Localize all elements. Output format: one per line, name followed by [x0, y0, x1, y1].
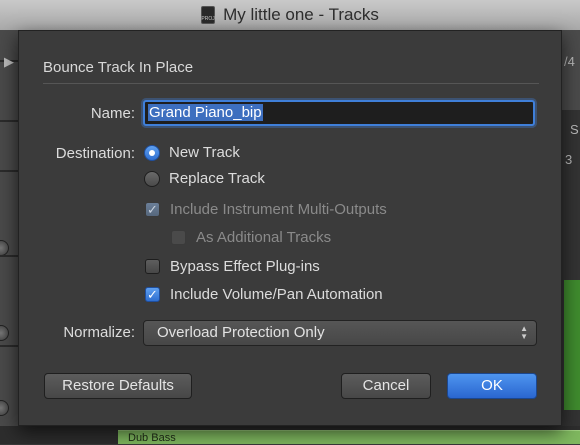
bounce-dialog: Bounce Track In Place Name: Grand Piano_…: [18, 30, 562, 426]
divider: [0, 255, 18, 257]
play-icon: ▶: [4, 54, 14, 69]
name-value: Grand Piano_bip: [148, 104, 263, 121]
updown-arrows-icon: ▲ ▼: [520, 324, 528, 341]
checkbox-box[interactable]: [145, 259, 160, 274]
checkbox-include-multi-outputs: ✓ Include Instrument Multi-Outputs: [145, 201, 387, 218]
checkbox-label: Include Instrument Multi-Outputs: [170, 201, 387, 218]
radio-label: New Track: [169, 144, 240, 161]
divider: [0, 170, 18, 172]
radio-button[interactable]: [144, 170, 160, 187]
checkbox-label: Bypass Effect Plug-ins: [170, 258, 320, 275]
divider: [0, 345, 18, 347]
track-header-strip: [0, 30, 18, 444]
ok-button[interactable]: OK: [447, 373, 537, 399]
ruler-area: [562, 30, 580, 110]
region-dub-bass[interactable]: Dub Bass: [118, 430, 580, 444]
project-file-icon: PROJ: [201, 6, 216, 24]
divider: [0, 120, 18, 122]
window-title: My little one - Tracks: [223, 5, 379, 24]
name-label: Name:: [90, 105, 135, 122]
restore-defaults-button[interactable]: Restore Defaults: [44, 373, 192, 399]
destination-label: Destination:: [55, 145, 135, 162]
audio-region[interactable]: [564, 280, 580, 410]
normalize-label: Normalize:: [63, 324, 135, 341]
bar-number: 3: [565, 152, 573, 167]
checkmark-icon[interactable]: ✓: [145, 287, 160, 302]
checkbox-label: Include Volume/Pan Automation: [170, 286, 383, 303]
pan-knob[interactable]: [0, 325, 9, 341]
dialog-title: Bounce Track In Place: [43, 59, 194, 76]
radio-replace-track[interactable]: Replace Track: [144, 170, 265, 187]
normalize-value: Overload Protection Only: [157, 324, 325, 341]
time-signature: /4: [564, 54, 575, 69]
checkbox-label: As Additional Tracks: [196, 229, 332, 246]
radio-label: Replace Track: [169, 170, 265, 187]
pan-knob[interactable]: [0, 400, 9, 416]
checkbox-volume-pan-automation[interactable]: ✓ Include Volume/Pan Automation: [145, 286, 383, 303]
window-titlebar: PROJ My little one - Tracks: [0, 0, 580, 31]
radio-new-track[interactable]: New Track: [144, 144, 240, 161]
title-separator: [43, 83, 539, 84]
solo-glyph: S: [570, 122, 579, 137]
cancel-button[interactable]: Cancel: [341, 373, 431, 399]
checkbox-bypass-effects[interactable]: Bypass Effect Plug-ins: [145, 258, 320, 275]
name-field[interactable]: Grand Piano_bip: [143, 100, 535, 126]
checkmark-icon: ✓: [145, 202, 160, 217]
pan-knob[interactable]: [0, 240, 9, 256]
checkbox-box: [171, 230, 186, 245]
radio-button[interactable]: [144, 144, 160, 161]
normalize-popup[interactable]: Overload Protection Only ▲ ▼: [143, 320, 537, 346]
checkbox-as-additional-tracks: As Additional Tracks: [171, 229, 331, 246]
